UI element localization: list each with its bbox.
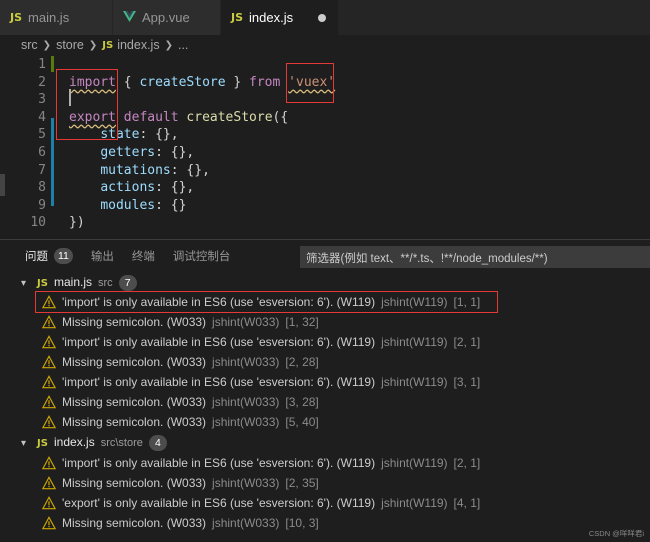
tab-output[interactable]: 输出: [91, 248, 114, 264]
panel-tabs: 问题 11 输出 终端 调试控制台: [0, 240, 248, 272]
js-file-icon: JS: [102, 39, 114, 51]
problem-item[interactable]: 'import' is only available in ES6 (use '…: [0, 372, 650, 392]
code-line-8: actions: {},: [100, 180, 195, 196]
line-number: 9: [38, 197, 46, 213]
problem-group-index-js[interactable]: ▾ JS index.js src\store 4: [0, 433, 650, 453]
warning-icon: [42, 476, 56, 490]
breadcrumb-item-file[interactable]: index.js: [117, 38, 159, 52]
vue-file-icon: [123, 10, 136, 25]
breadcrumb-item-src[interactable]: src: [21, 38, 38, 52]
line-number: 6: [38, 145, 46, 160]
group-file-path: src\store: [100, 437, 143, 449]
chevron-right-icon: ❯: [42, 39, 52, 51]
warning-icon: [42, 375, 56, 389]
problem-item[interactable]: 'import' is only available in ES6 (use '…: [0, 332, 650, 352]
group-file-name: index.js: [54, 435, 95, 449]
code-line-10: }): [69, 215, 85, 231]
tab-debug-console[interactable]: 调试控制台: [173, 248, 231, 264]
line-number: 7: [38, 162, 46, 178]
js-file-icon: JS: [10, 11, 23, 24]
breadcrumb-item-store[interactable]: store: [56, 38, 84, 52]
problems-filter-input[interactable]: 筛选器(例如 text、**/*.ts、!**/node_modules/**): [300, 246, 650, 268]
breadcrumb-item-symbol[interactable]: ...: [178, 38, 188, 52]
code-line-9: modules: {}: [100, 197, 187, 213]
watermark: CSDN @咩咩君i: [588, 529, 644, 538]
problem-group-main-js[interactable]: ▾ JS main.js src 7: [0, 273, 650, 293]
problem-item[interactable]: Missing semicolon. (W033) jshint(W033) [1,…: [0, 312, 650, 332]
js-file-icon: JS: [231, 11, 244, 24]
problem-count-badge: 11: [54, 248, 73, 264]
tab-label: index.js: [249, 10, 294, 25]
warning-icon: [42, 496, 56, 510]
warning-icon: [42, 415, 56, 429]
editor-tab-bar: JS main.js App.vue JS index.js: [0, 0, 650, 35]
problem-item[interactable]: Missing semicolon. (W033) jshint(W033) [3,…: [0, 392, 650, 412]
chevron-right-icon: ❯: [88, 39, 98, 51]
warning-icon: [42, 395, 56, 409]
problem-item[interactable]: Missing semicolon. (W033) jshint(W033) [2,…: [0, 473, 650, 493]
tab-label: App.vue: [142, 10, 190, 25]
line-number: 8: [38, 180, 46, 196]
warning-icon: [42, 335, 56, 349]
tab-label: main.js: [28, 10, 70, 25]
js-file-icon: JS: [37, 277, 48, 289]
warning-icon: [42, 355, 56, 369]
group-file-path: src: [98, 277, 113, 289]
chevron-right-icon: ❯: [164, 39, 173, 51]
breadcrumb: src ❯ store ❯ JS index.js ❯ ...: [0, 35, 650, 55]
group-file-name: main.js: [54, 275, 93, 289]
code-line-6: getters: {},: [100, 145, 195, 160]
highlight-box-keywords: [56, 69, 118, 140]
line-number: 2: [38, 74, 46, 90]
tab-index-js[interactable]: JS index.js: [221, 0, 339, 35]
scrollbar[interactable]: [0, 174, 5, 196]
problem-item[interactable]: 'export' is only available in ES6 (use '…: [0, 493, 650, 513]
line-number: 1: [38, 57, 46, 72]
tab-app-vue[interactable]: App.vue: [113, 0, 221, 35]
warning-icon: [42, 315, 56, 329]
tab-terminal[interactable]: 终端: [132, 248, 155, 264]
tab-main-js[interactable]: JS main.js: [0, 0, 113, 35]
problem-item[interactable]: Missing semicolon. (W033) jshint(W033) [5,…: [0, 412, 650, 432]
problem-item[interactable]: 'import' is only available in ES6 (use '…: [0, 453, 650, 473]
line-number: 10: [30, 215, 46, 231]
unsaved-dot-icon[interactable]: [318, 13, 326, 22]
highlight-box-string: [286, 63, 334, 103]
tab-problems[interactable]: 问题 11: [25, 248, 73, 264]
chevron-down-icon: ▾: [21, 437, 27, 449]
line-number: 3: [38, 92, 46, 108]
problem-item[interactable]: Missing semicolon. (W033) jshint(W033) [2,…: [0, 352, 650, 372]
git-added-marker: [51, 56, 54, 72]
warning-icon: [42, 456, 56, 470]
group-count-badge: 7: [118, 275, 137, 291]
js-file-icon: JS: [37, 437, 48, 449]
code-line-7: mutations: {},: [100, 162, 210, 178]
highlight-box-first-problem: [35, 291, 498, 313]
line-number: 5: [38, 127, 46, 143]
warning-icon: [42, 516, 56, 530]
group-count-badge: 4: [148, 435, 167, 451]
chevron-down-icon: ▾: [21, 277, 27, 289]
problem-item[interactable]: Missing semicolon. (W033) jshint(W033) [10…: [0, 513, 650, 533]
line-number: 4: [38, 109, 46, 125]
git-modified-marker: [51, 118, 54, 206]
